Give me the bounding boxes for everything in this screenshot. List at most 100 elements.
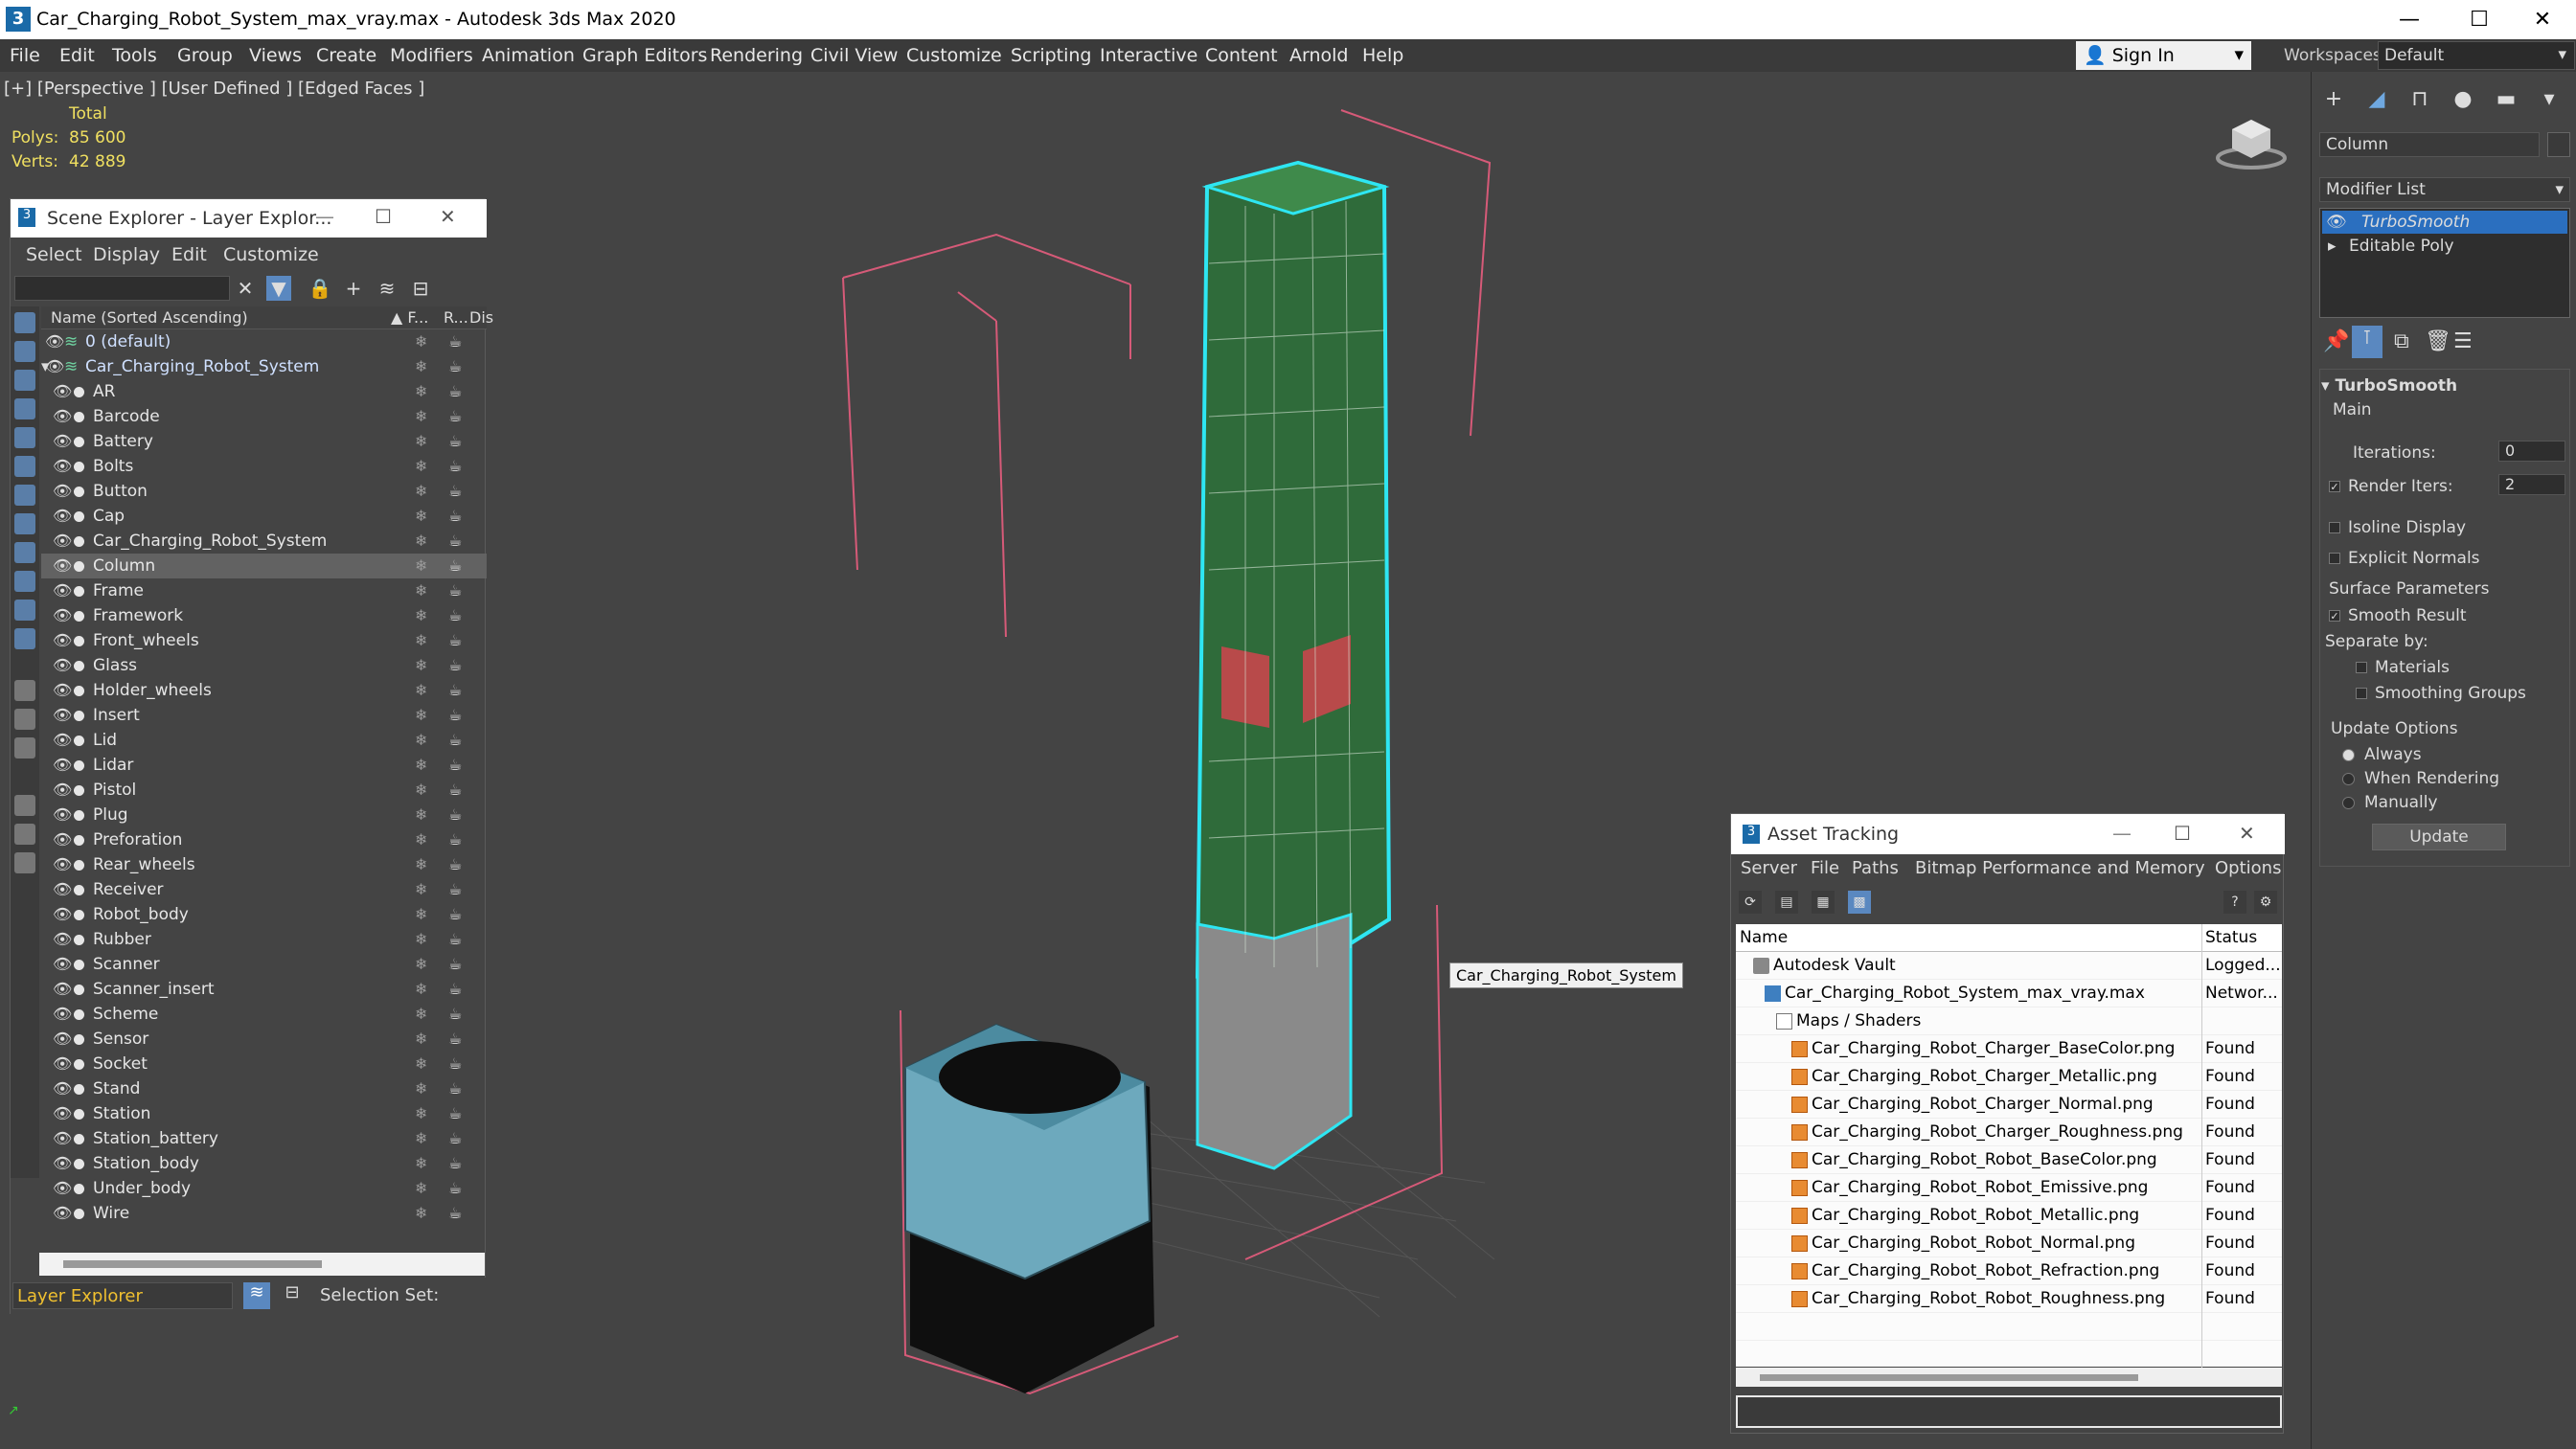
visibility-eye-icon[interactable]: 👁: [53, 1201, 72, 1226]
help-icon[interactable]: ?: [2223, 891, 2246, 914]
object-row[interactable]: 👁 Scanner_insert ❄ ☕: [41, 977, 487, 1002]
hidden-filter-icon[interactable]: [14, 628, 35, 649]
maximize-button[interactable]: ☐: [375, 205, 392, 228]
explicit-normals-checkbox[interactable]: [2329, 553, 2340, 564]
freeze-icon[interactable]: ❄: [415, 902, 427, 927]
col-name[interactable]: Name: [1736, 924, 2202, 952]
freeze-icon[interactable]: ❄: [415, 454, 427, 479]
object-row[interactable]: 👁 Preforation ❄ ☕: [41, 827, 487, 852]
menu-customize[interactable]: Customize: [906, 45, 1002, 66]
render-teapot-icon[interactable]: ☕: [448, 379, 462, 404]
render-teapot-icon[interactable]: ☕: [448, 728, 462, 753]
minimize-button[interactable]: —: [2376, 0, 2443, 39]
refresh-icon[interactable]: ⟳: [1739, 891, 1762, 914]
se-menu-customize[interactable]: Customize: [223, 244, 319, 265]
object-row[interactable]: 👁 Insert ❄ ☕: [41, 703, 487, 728]
menu-scripting[interactable]: Scripting: [1011, 45, 1092, 66]
render-teapot-icon[interactable]: ☕: [448, 827, 462, 852]
visibility-eye-icon[interactable]: 👁: [53, 927, 72, 952]
menu-group[interactable]: Group: [177, 45, 233, 66]
visibility-eye-icon[interactable]: 👁: [53, 504, 72, 529]
list-view-icon[interactable]: ▤: [1775, 891, 1798, 914]
object-name-field[interactable]: Column: [2319, 132, 2540, 157]
freeze-icon[interactable]: ❄: [415, 379, 427, 404]
asset-row[interactable]: Car_Charging_Robot_System_max_vray.max Ne…: [1736, 980, 2282, 1008]
render-teapot-icon[interactable]: ☕: [448, 429, 462, 454]
grid-view-icon[interactable]: ▩: [1848, 891, 1871, 914]
all-filter-icon[interactable]: [14, 680, 35, 701]
se-menu-edit[interactable]: Edit: [171, 244, 207, 265]
freeze-icon[interactable]: ❄: [415, 952, 427, 977]
at-menu-bitmap-performance[interactable]: Bitmap Performance and Memory: [1915, 858, 2205, 878]
object-row[interactable]: 👁 Cap ❄ ☕: [41, 504, 487, 529]
visibility-eye-icon[interactable]: 👁: [53, 1176, 72, 1201]
freeze-icon[interactable]: ❄: [415, 653, 427, 678]
asset-tracking-titlebar[interactable]: 3 Asset Tracking — ☐ ✕: [1731, 814, 2285, 854]
freeze-icon[interactable]: ❄: [415, 603, 427, 628]
render-teapot-icon[interactable]: ☕: [448, 753, 462, 778]
object-row[interactable]: 👁 Wire ❄ ☕: [41, 1201, 487, 1226]
expand-arrow-icon[interactable]: ▸: [2328, 237, 2337, 256]
freeze-icon[interactable]: ❄: [415, 1076, 427, 1101]
filter-icon[interactable]: [14, 824, 35, 845]
xref-filter-icon[interactable]: [14, 513, 35, 534]
container-filter-icon[interactable]: [14, 571, 35, 592]
visibility-eye-icon[interactable]: 👁: [53, 603, 72, 628]
expand-arrow-icon[interactable]: ▾: [41, 354, 50, 379]
close-button[interactable]: ✕: [440, 205, 456, 228]
menu-create[interactable]: Create: [316, 45, 376, 66]
sign-in-dropdown[interactable]: 👤 Sign In ▾: [2076, 41, 2251, 70]
visibility-eye-icon[interactable]: 👁: [53, 1076, 72, 1101]
hierarchy-icon[interactable]: ⊟: [279, 1282, 306, 1309]
object-row[interactable]: 👁 Column ❄ ☕: [41, 554, 487, 578]
render-teapot-icon[interactable]: ☕: [448, 678, 462, 703]
render-teapot-icon[interactable]: ☕: [448, 554, 462, 578]
freeze-icon[interactable]: ❄: [415, 628, 427, 653]
visibility-eye-icon[interactable]: 👁: [53, 429, 72, 454]
freeze-icon[interactable]: ❄: [415, 977, 427, 1002]
object-row[interactable]: 👁 Station_body ❄ ☕: [41, 1151, 487, 1176]
camera-filter-icon[interactable]: [14, 398, 35, 419]
visibility-eye-icon[interactable]: 👁: [53, 379, 72, 404]
object-row[interactable]: 👁 Scanner ❄ ☕: [41, 952, 487, 977]
visibility-eye-icon[interactable]: 👁: [53, 1027, 72, 1052]
asset-row[interactable]: Car_Charging_Robot_Robot_Roughness.png Fo…: [1736, 1285, 2282, 1313]
visibility-eye-icon[interactable]: 👁: [45, 329, 64, 354]
freeze-icon[interactable]: ❄: [415, 329, 427, 354]
object-row[interactable]: 👁 Scheme ❄ ☕: [41, 1002, 487, 1027]
freeze-icon[interactable]: ❄: [415, 1002, 427, 1027]
helper-filter-icon[interactable]: [14, 427, 35, 448]
settings-icon[interactable]: ⚙: [2254, 891, 2277, 914]
render-teapot-icon[interactable]: ☕: [448, 927, 462, 952]
visibility-eye-icon[interactable]: 👁: [53, 703, 72, 728]
menu-help[interactable]: Help: [1362, 45, 1403, 66]
menu-rendering[interactable]: Rendering: [710, 45, 803, 66]
create-tab-icon[interactable]: +: [2319, 87, 2348, 116]
render-iters-checkbox[interactable]: ✓: [2329, 481, 2340, 492]
object-row[interactable]: 👁 Holder_wheels ❄ ☕: [41, 678, 487, 703]
col-frozen[interactable]: ▲ F...: [391, 308, 428, 327]
utilities-tab-icon[interactable]: ▾: [2535, 87, 2564, 116]
viewcube-icon[interactable]: [2208, 105, 2294, 172]
render-teapot-icon[interactable]: ☕: [448, 1176, 462, 1201]
visibility-eye-icon[interactable]: 👁: [53, 404, 72, 429]
se-menu-display[interactable]: Display: [93, 244, 160, 265]
visibility-eye-icon[interactable]: 👁: [53, 454, 72, 479]
visibility-eye-icon[interactable]: 👁: [53, 628, 72, 653]
manually-radio[interactable]: [2342, 796, 2355, 809]
object-row[interactable]: 👁 Rear_wheels ❄ ☕: [41, 852, 487, 877]
object-row[interactable]: 👁 Frame ❄ ☕: [41, 578, 487, 603]
visibility-eye-icon[interactable]: 👁: [53, 578, 72, 603]
render-teapot-icon[interactable]: ☕: [448, 603, 462, 628]
filter-icon[interactable]: ▼: [266, 276, 291, 301]
render-teapot-icon[interactable]: ☕: [448, 803, 462, 827]
render-teapot-icon[interactable]: ☕: [448, 1076, 462, 1101]
render-teapot-icon[interactable]: ☕: [448, 1052, 462, 1076]
asset-hscrollbar[interactable]: [1736, 1368, 2282, 1387]
eye-icon[interactable]: 👁: [2326, 213, 2347, 232]
menu-arnold[interactable]: Arnold: [1289, 45, 1348, 66]
render-teapot-icon[interactable]: ☕: [448, 628, 462, 653]
menu-interactive[interactable]: Interactive: [1100, 45, 1197, 66]
light-filter-icon[interactable]: [14, 370, 35, 391]
visibility-eye-icon[interactable]: 👁: [53, 1052, 72, 1076]
